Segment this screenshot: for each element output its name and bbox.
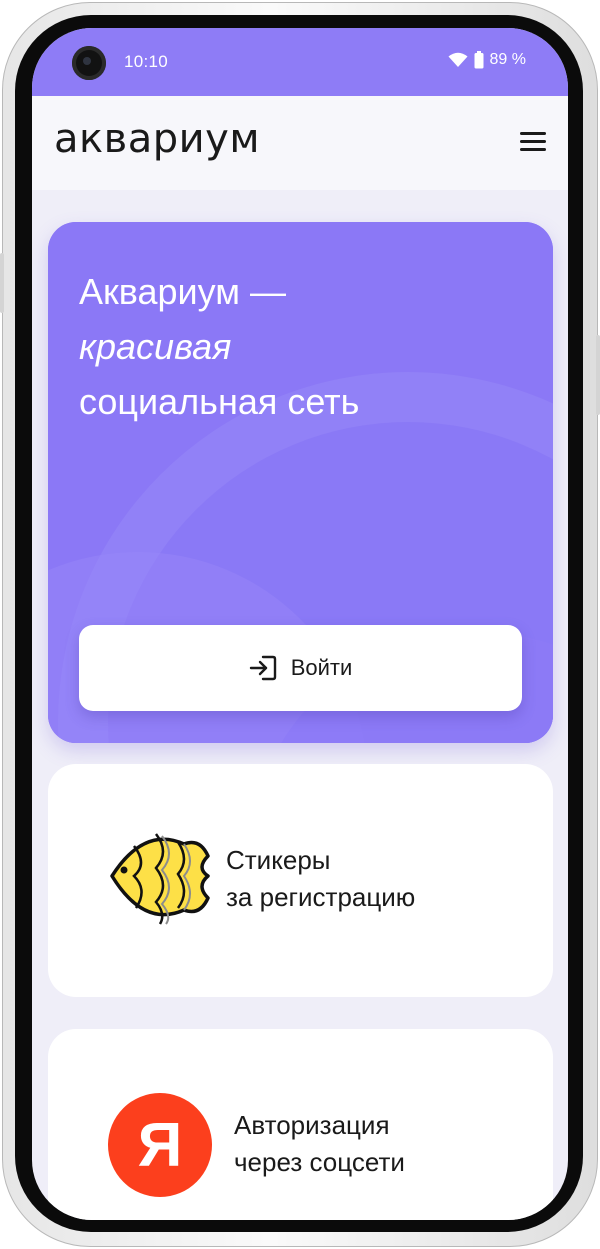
battery-icon (474, 51, 484, 69)
fish-sticker-icon (110, 833, 210, 925)
front-camera (72, 46, 106, 80)
wifi-icon (448, 52, 468, 67)
status-indicators: 89 % (448, 51, 526, 69)
hero-title-line-1: Аквариум — (79, 271, 286, 312)
hero-title: Аквариум — красивая социальная сеть (79, 264, 519, 429)
power-button (596, 335, 600, 415)
social-auth-card[interactable]: Я Авторизация через соцсети (48, 1029, 553, 1220)
social-auth-line-2: через соцсети (234, 1147, 405, 1177)
social-auth-text: Авторизация через соцсети (234, 1107, 405, 1181)
hero-card: Аквариум — красивая социальная сеть Войт… (48, 222, 553, 743)
hero-title-line-3: социальная сеть (79, 381, 360, 422)
hamburger-icon[interactable] (520, 132, 546, 154)
sign-in-icon (249, 655, 276, 681)
login-button-label: Войти (290, 655, 353, 680)
site-header: аквариум (32, 96, 568, 190)
yandex-logo-icon: Я (108, 1093, 212, 1197)
stickers-line-1: Стикеры (226, 845, 331, 875)
stickers-text: Стикеры за регистрацию (226, 842, 415, 916)
status-bar: 10:10 89 % (32, 28, 568, 96)
stickers-card[interactable]: Стикеры за регистрацию (48, 764, 553, 997)
site-logo[interactable]: аквариум (54, 116, 260, 162)
login-button[interactable]: Войти (79, 625, 522, 711)
battery-percent: 89 % (489, 51, 526, 68)
volume-button (0, 253, 4, 313)
phone-screen: 10:10 89 % аквариум Аквариум — красивая … (32, 28, 568, 1220)
status-time: 10:10 (124, 52, 169, 71)
social-auth-line-1: Авторизация (234, 1110, 390, 1140)
hero-title-line-2: красивая (79, 326, 232, 367)
stickers-line-2: за регистрацию (226, 882, 416, 912)
